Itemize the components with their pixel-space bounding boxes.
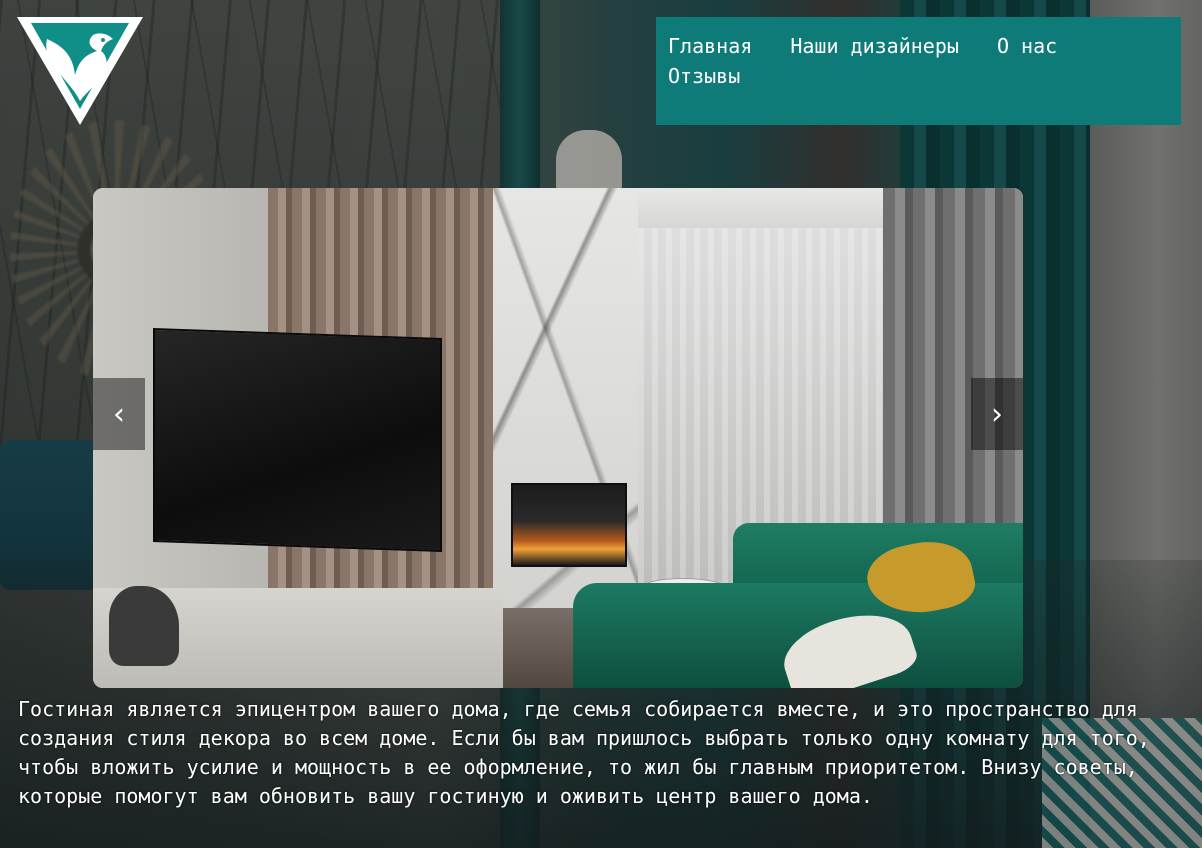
slider-prev-button[interactable]: ‹ xyxy=(93,378,145,450)
nav-link-designers[interactable]: Наши дизайнеры xyxy=(790,34,959,58)
chevron-left-icon: ‹ xyxy=(113,396,125,432)
logo[interactable] xyxy=(17,17,143,125)
living-room-description: Гостиная является эпицентром вашего дома… xyxy=(18,697,1150,808)
nav-link-home[interactable]: Главная xyxy=(668,34,752,58)
bird-shield-logo-icon xyxy=(17,17,143,125)
chevron-right-icon: › xyxy=(991,396,1003,432)
slide-vase xyxy=(109,586,179,666)
image-slider: ‹ › xyxy=(93,188,1023,688)
slide-living-room-image xyxy=(93,188,1023,688)
slider-next-button[interactable]: › xyxy=(971,378,1023,450)
nav-link-reviews[interactable]: Отзывы xyxy=(668,64,740,88)
main-navigation: Главная Наши дизайнеры О нас Отзывы xyxy=(656,17,1181,125)
slide-tv xyxy=(153,327,442,553)
nav-link-about[interactable]: О нас xyxy=(997,34,1057,58)
slide-fireplace xyxy=(511,483,627,567)
